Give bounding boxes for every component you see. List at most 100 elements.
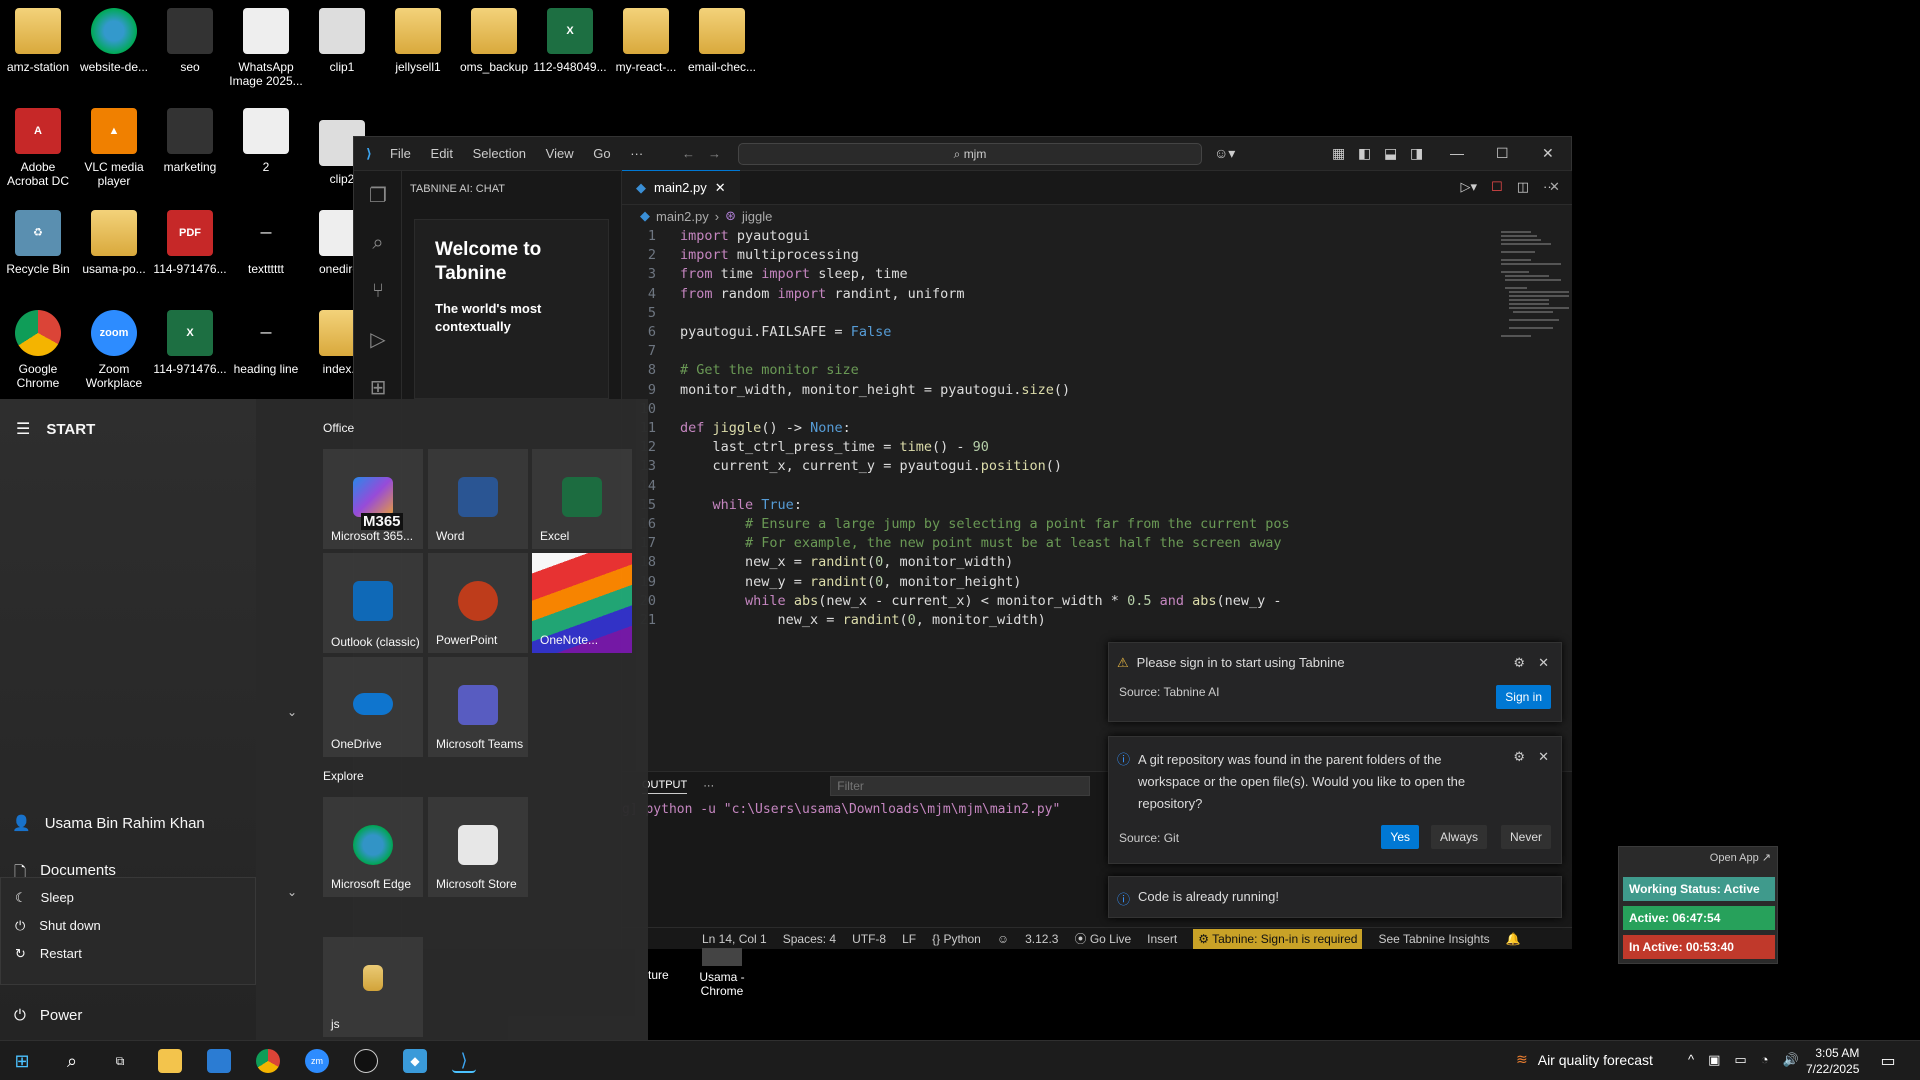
file-explorer-icon[interactable] — [158, 1049, 182, 1073]
tile-teams[interactable]: Microsoft Teams — [428, 657, 528, 757]
code-line[interactable]: 11def jiggle() -> None: — [622, 419, 1322, 438]
tile-js-folder[interactable]: js — [323, 937, 423, 1037]
desktop-icon[interactable]: jellysell1 — [380, 8, 456, 74]
never-button[interactable]: Never — [1500, 825, 1551, 849]
code-line[interactable]: 4 from random import randint, uniform — [622, 285, 1322, 304]
chrome-icon[interactable] — [256, 1049, 280, 1073]
toggle-sidebar-icon[interactable]: ◧ — [1358, 145, 1371, 162]
power-button[interactable]: ⏻ Power — [14, 1007, 82, 1024]
copilot-icon[interactable]: ☺▾ — [1214, 145, 1235, 162]
close-tab-icon[interactable]: ✕ — [715, 180, 726, 196]
tab-main2-py[interactable]: ◆ main2.py ✕ — [622, 170, 740, 204]
code-line[interactable]: 13 current_x, current_y = pyautogui.posi… — [622, 457, 1322, 476]
code-line[interactable]: 1 import pyautogui — [622, 227, 1322, 246]
shut-down-item[interactable]: ⏻ Shut down — [1, 918, 255, 946]
desktop-icon[interactable]: WhatsApp Image 2025... — [228, 8, 304, 88]
status-language[interactable]: {} Python — [932, 932, 981, 946]
desktop-icon[interactable]: my-react-... — [608, 8, 684, 74]
desktop-icon[interactable]: website-de... — [76, 8, 152, 74]
run-debug-icon[interactable]: ▷ — [354, 315, 402, 363]
tile-excel[interactable]: Excel — [532, 449, 632, 549]
desktop-icon[interactable]: X 112-948049... — [532, 8, 608, 74]
desktop-icon[interactable]: oms_backup — [456, 8, 532, 74]
search-icon[interactable]: ⌕ — [60, 1049, 84, 1073]
chevron-down-icon[interactable]: ⌄ — [287, 885, 297, 899]
desktop-icon[interactable]: usama-po... — [76, 210, 152, 276]
hamburger-menu-icon[interactable]: ☰ — [16, 419, 30, 439]
code-line[interactable]: 5 — [622, 304, 1322, 323]
code-line[interactable]: 17 # For example, the new point must be … — [622, 534, 1322, 553]
zoom-icon[interactable]: zm — [305, 1049, 329, 1073]
code-line[interactable]: 10 — [622, 400, 1322, 419]
desktop-icon[interactable]: ♻ Recycle Bin — [0, 210, 76, 276]
menu-selection[interactable]: Selection — [473, 146, 526, 161]
status-encoding[interactable]: UTF-8 — [852, 932, 886, 946]
notification-center-icon[interactable]: ▭ — [1876, 1049, 1900, 1073]
notifications-bell-icon[interactable]: 🔔 — [1506, 932, 1521, 946]
desktop-icon[interactable]: Google Chrome — [0, 310, 76, 390]
network-status-icon[interactable]: ▣ — [1708, 1052, 1720, 1068]
breadcrumb-symbol[interactable]: jiggle — [742, 209, 772, 224]
code-line[interactable]: 12 last_ctrl_press_time = time() - 90 — [622, 438, 1322, 457]
tile-onenote[interactable]: OneNote... — [532, 553, 632, 653]
settings-gear-icon[interactable]: ⚙ — [1513, 749, 1525, 765]
maximize-icon[interactable]: ☐ — [1496, 145, 1509, 162]
copilot-status-icon[interactable]: ☺ — [997, 932, 1009, 946]
clock[interactable]: 3:05 AM 7/22/2025 — [1806, 1045, 1859, 1077]
desktop-shortcut-usama-chrome[interactable]: Usama - Chrome — [690, 948, 754, 998]
status-eol[interactable]: LF — [902, 932, 916, 946]
code-line[interactable]: 20 while abs(new_x - current_x) < monito… — [622, 592, 1322, 611]
task-view-icon[interactable]: ⧉ — [108, 1049, 132, 1073]
always-button[interactable]: Always — [1430, 825, 1487, 849]
sleep-item[interactable]: ☾ Sleep — [1, 878, 255, 918]
split-editor-icon[interactable]: ◫ — [1517, 179, 1529, 195]
status-go-live[interactable]: ⦿ Go Live — [1074, 930, 1131, 947]
toggle-panel-icon[interactable]: ⬓ — [1384, 145, 1397, 162]
pinned-app-icon[interactable]: ◆ — [403, 1049, 427, 1073]
desktop-icon[interactable]: — heading line — [228, 310, 304, 376]
close-secondary-sidebar-icon[interactable]: ✕ — [1549, 179, 1560, 195]
forward-arrow-icon[interactable]: → — [708, 146, 721, 161]
weather-widget[interactable]: ≋ Air quality forecast — [1516, 1051, 1653, 1068]
search-icon[interactable]: ⌕ — [354, 219, 402, 267]
command-center-search[interactable]: ⌕ mjm — [738, 143, 1202, 165]
code-line[interactable]: 14 — [622, 477, 1322, 496]
close-icon[interactable]: ✕ — [1542, 145, 1554, 162]
breadcrumb-file[interactable]: main2.py — [656, 209, 709, 224]
panel-more-icon[interactable]: ··· — [703, 780, 714, 792]
desktop-label-ture[interactable]: ture — [648, 968, 669, 982]
menu-edit[interactable]: Edit — [431, 146, 453, 161]
desktop-icon[interactable]: — textttttt — [228, 210, 304, 276]
desktop-icon[interactable]: X 114-971476... — [152, 310, 228, 376]
desktop-icon[interactable]: zoom Zoom Workplace — [76, 310, 152, 390]
tile-microsoft-365[interactable]: M365 Microsoft 365... — [323, 449, 423, 549]
desktop-icon[interactable]: email-chec... — [684, 8, 760, 74]
settings-gear-icon[interactable]: ⚙ — [1513, 655, 1525, 671]
customize-layout-icon[interactable]: ▦ — [1332, 145, 1345, 162]
minimize-icon[interactable]: — — [1450, 145, 1464, 161]
menu-view[interactable]: View — [546, 146, 574, 161]
status-indentation[interactable]: Spaces: 4 — [783, 932, 836, 946]
stop-icon[interactable]: ☐ — [1491, 179, 1503, 195]
code-line[interactable]: 3 from time import sleep, time — [622, 265, 1322, 284]
user-account[interactable]: 👤 Usama Bin Rahim Khan — [12, 814, 205, 833]
status-cursor-position[interactable]: Ln 14, Col 1 — [702, 932, 767, 946]
menu-file[interactable]: File — [390, 146, 411, 161]
code-line[interactable]: 18 new_x = randint(0, monitor_width) — [622, 553, 1322, 572]
source-control-icon[interactable]: ⑂ — [354, 267, 402, 315]
code-line[interactable]: 16 # Ensure a large jump by selecting a … — [622, 515, 1322, 534]
tile-powerpoint[interactable]: PowerPoint — [428, 553, 528, 653]
battery-icon[interactable]: ▭ — [1734, 1052, 1746, 1068]
code-line[interactable]: 15 while True: — [622, 496, 1322, 515]
microsoft-store-icon[interactable] — [207, 1049, 231, 1073]
restart-item[interactable]: ↻ Restart — [1, 946, 255, 962]
menu-more[interactable]: ··· — [630, 146, 643, 161]
app-icon[interactable] — [354, 1049, 378, 1073]
desktop-icon[interactable]: PDF 114-971476... — [152, 210, 228, 276]
status-mode[interactable]: Insert — [1147, 932, 1177, 946]
sign-in-button[interactable]: Sign in — [1496, 685, 1551, 709]
chevron-down-icon[interactable]: ⌄ — [287, 705, 297, 719]
code-line[interactable]: 7 — [622, 342, 1322, 361]
explorer-icon[interactable]: ❐ — [354, 171, 402, 219]
tab-output[interactable]: OUTPUT — [642, 779, 688, 794]
